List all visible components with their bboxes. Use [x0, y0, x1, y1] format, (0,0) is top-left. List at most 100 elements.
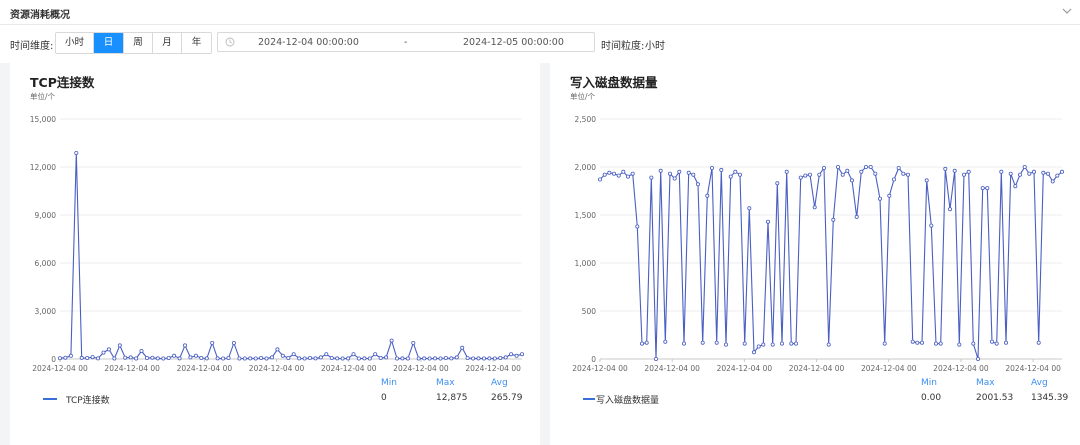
data-point [868, 165, 873, 170]
dimension-option-year[interactable]: 年 [182, 33, 211, 53]
data-point [172, 353, 177, 358]
x-tick-label: 2024-12-04 00 [177, 364, 233, 373]
data-point [405, 356, 410, 361]
data-point [807, 172, 812, 177]
data-point [817, 172, 822, 177]
data-point [826, 342, 831, 347]
data-point [1017, 172, 1022, 177]
legend-swatch [583, 398, 595, 400]
section-title: 资源消耗概况 [10, 10, 70, 21]
data-point [416, 356, 421, 361]
data-point [835, 165, 840, 170]
chart-panel-disk-write: 写入磁盘数据量 单位/个 0 500 1,000 1,500 2,000 2,500 202… [550, 63, 1080, 445]
legend-max: 2001.53 [976, 393, 1014, 403]
data-point [1013, 184, 1018, 189]
data-point [144, 355, 149, 360]
data-point [492, 356, 497, 361]
chevron-down-icon[interactable] [1062, 6, 1072, 16]
data-point [649, 175, 654, 180]
data-point [384, 355, 389, 360]
data-point [1055, 173, 1060, 178]
tcp-line-chart: 0 3,000 6,000 9,000 12,000 15,000 2024-12-04 0… [30, 115, 524, 373]
legend-series-name[interactable]: 写入磁盘数据量 [596, 393, 659, 406]
data-point [994, 341, 999, 346]
data-point [1027, 171, 1032, 176]
data-point [714, 340, 719, 345]
data-point [607, 170, 612, 175]
data-point [859, 169, 864, 174]
data-point [411, 340, 416, 345]
data-point [340, 356, 345, 361]
x-tick-label: 2024-12-04 00 [572, 364, 628, 373]
data-point [155, 356, 160, 361]
data-point [779, 341, 784, 346]
data-point [672, 176, 677, 181]
legend-header-min: Min [381, 378, 397, 388]
data-point [454, 355, 459, 360]
data-point [602, 172, 607, 177]
x-tick-label: 2024-12-04 00 [861, 364, 917, 373]
data-point [961, 172, 966, 177]
data-point [765, 219, 770, 224]
y-tick-label: 1,500 [575, 211, 597, 220]
data-point [210, 340, 215, 345]
x-tick-label: 2024-12-04 00 [321, 364, 377, 373]
data-point [989, 339, 994, 344]
data-point [460, 345, 465, 350]
data-point [761, 342, 766, 347]
y-tick-label: 1,000 [575, 259, 597, 268]
data-point [297, 356, 302, 361]
data-point [733, 169, 738, 174]
data-point [686, 170, 691, 175]
data-point [742, 341, 747, 346]
data-point [1022, 165, 1027, 170]
range-start[interactable]: 2024-12-04 00:00:00 [258, 37, 359, 48]
data-point [134, 356, 139, 361]
data-point [943, 166, 948, 171]
data-point [873, 171, 878, 176]
data-point [313, 356, 318, 361]
x-tick-label: 2024-12-04 00 [933, 364, 989, 373]
data-point [351, 352, 356, 357]
data-point [438, 356, 443, 361]
data-point [966, 169, 971, 174]
data-point [112, 356, 117, 361]
x-tick-label: 2024-12-04 00 [465, 364, 521, 373]
data-point [1008, 171, 1013, 176]
section-header[interactable]: 资源消耗概况 [0, 0, 1080, 25]
data-point [831, 217, 836, 222]
data-point [905, 172, 910, 177]
data-point [887, 193, 892, 198]
time-dimension-segmented: 小时 日 周 月 年 [55, 32, 212, 54]
dimension-option-day[interactable]: 日 [94, 33, 124, 53]
clock-icon [225, 37, 235, 47]
data-point [784, 169, 789, 174]
data-point [68, 353, 73, 358]
data-point [737, 172, 742, 177]
data-point [635, 224, 640, 229]
data-point [101, 350, 106, 355]
range-separator: - [404, 37, 408, 48]
time-dimension-label: 时间维度: [10, 41, 54, 52]
data-point [318, 355, 323, 360]
chart-panel-tcp: TCP连接数 单位/个 0 3,000 6,000 9,000 12,000 15,000… [10, 63, 540, 445]
date-range-picker[interactable]: 2024-12-04 00:00:00 - 2024-12-05 00:00:0… [217, 32, 595, 52]
dimension-option-month[interactable]: 月 [153, 33, 182, 53]
dimension-option-week[interactable]: 周 [124, 33, 153, 53]
legend-header-min: Min [921, 378, 937, 388]
data-point [891, 177, 896, 182]
legend-series-name[interactable]: TCP连接数 [66, 393, 110, 406]
dimension-option-hour[interactable]: 小时 [56, 33, 94, 53]
x-tick-label: 2024-12-04 00 [644, 364, 700, 373]
data-point [751, 350, 756, 355]
y-tick-label: 0 [51, 355, 56, 364]
data-point [695, 182, 700, 187]
data-point [242, 356, 247, 361]
x-tick-label: 2024-12-04 00 [104, 364, 160, 373]
data-point [226, 355, 231, 360]
legend-avg: 265.79 [491, 393, 523, 403]
range-end[interactable]: 2024-12-05 00:00:00 [463, 37, 564, 48]
data-point [849, 178, 854, 183]
data-point [756, 344, 761, 349]
data-point [999, 169, 1004, 174]
